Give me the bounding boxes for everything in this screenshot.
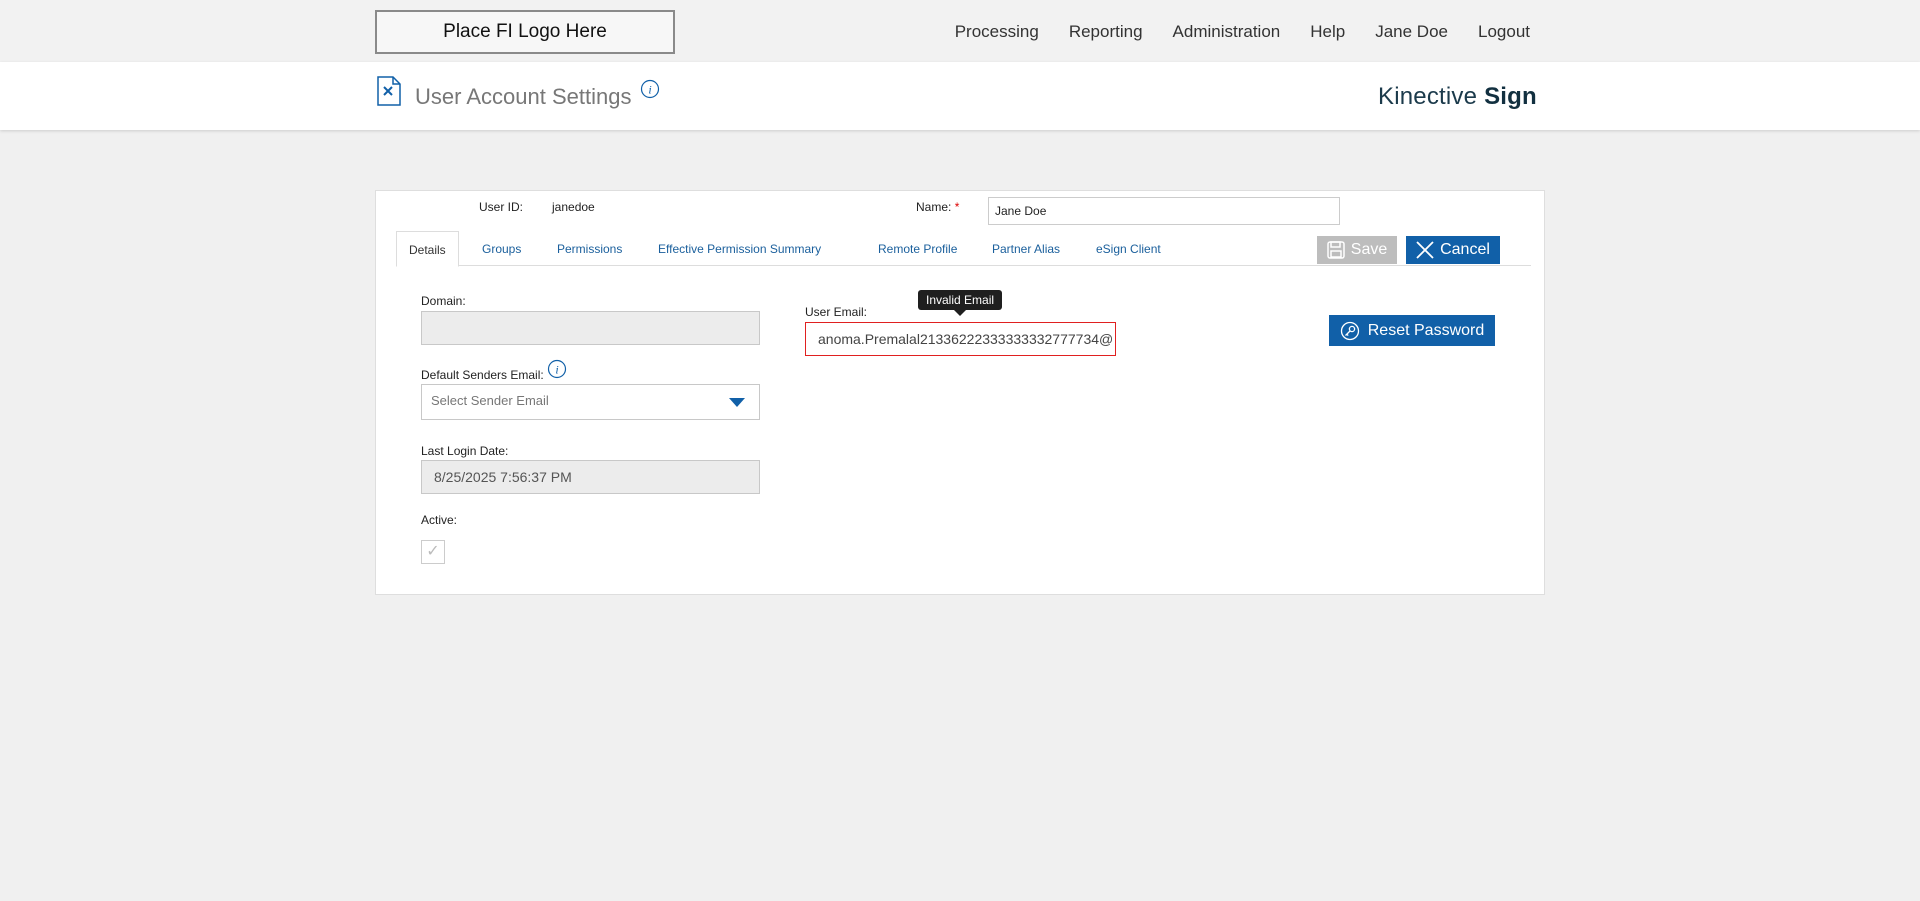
user-id-label: User ID:	[479, 200, 524, 214]
nav-user-name[interactable]: Jane Doe	[1375, 22, 1448, 42]
info-icon[interactable]: i	[640, 79, 660, 99]
nav-help[interactable]: Help	[1310, 22, 1345, 42]
default-senders-label: Default Senders Email:	[421, 368, 544, 382]
document-settings-icon	[377, 76, 401, 106]
cancel-button[interactable]: Cancel	[1406, 236, 1500, 264]
nav-reporting[interactable]: Reporting	[1069, 22, 1143, 42]
last-login-field: 8/25/2025 7:56:37 PM	[421, 460, 760, 494]
svg-text:i: i	[555, 363, 558, 377]
top-bar: Place FI Logo Here Processing Reporting …	[0, 0, 1920, 62]
brand-name: Kinective	[1378, 83, 1478, 110]
save-icon	[1327, 241, 1345, 259]
tab-effective-permission-summary[interactable]: Effective Permission Summary	[658, 231, 821, 267]
brand-name-bold: Sign	[1484, 83, 1537, 110]
tab-groups[interactable]: Groups	[482, 231, 521, 267]
page-title: User Account Settings	[415, 84, 632, 109]
domain-field	[421, 311, 760, 345]
name-label: Name: *	[916, 200, 959, 214]
active-label: Active:	[421, 513, 458, 527]
active-checkbox[interactable]: ✓	[421, 540, 445, 564]
tab-remote-profile[interactable]: Remote Profile	[878, 231, 957, 267]
name-label-text: Name:	[916, 200, 952, 214]
tab-esign-client[interactable]: eSign Client	[1096, 231, 1161, 267]
brand-logo: Kinective Sign	[1378, 83, 1537, 111]
save-label: Save	[1350, 241, 1388, 258]
key-icon	[1340, 321, 1359, 340]
tab-permissions[interactable]: Permissions	[557, 231, 622, 267]
email-input[interactable]: anoma.Premalal21336222333333332777734@	[805, 322, 1116, 356]
tab-details[interactable]: Details	[396, 231, 459, 267]
nav-administration[interactable]: Administration	[1173, 22, 1281, 42]
tab-partner-alias[interactable]: Partner Alias	[992, 231, 1060, 267]
save-button[interactable]: Save	[1317, 236, 1397, 264]
svg-text:i: i	[648, 83, 651, 97]
required-marker: *	[954, 200, 960, 214]
nav-processing[interactable]: Processing	[955, 22, 1039, 42]
top-nav: Processing Reporting Administration Help…	[925, 22, 1530, 42]
user-id-value: janedoe	[552, 200, 595, 214]
reset-password-label: Reset Password	[1367, 321, 1485, 339]
nav-logout[interactable]: Logout	[1478, 22, 1530, 42]
email-error-tooltip: Invalid Email	[918, 290, 1003, 316]
close-icon	[1416, 241, 1434, 259]
domain-label: Domain:	[421, 294, 466, 308]
info-icon[interactable]: i	[547, 359, 567, 379]
cancel-label: Cancel	[1440, 241, 1490, 258]
default-senders-placeholder: Select Sender Email	[431, 393, 549, 408]
user-settings-card: User ID: janedoe Name: * Jane Doe Detail…	[375, 190, 1545, 595]
email-label: User Email:	[805, 305, 868, 319]
logo-placeholder: Place FI Logo Here	[375, 10, 675, 54]
page-header: User Account Settings i Kinective Sign	[0, 62, 1920, 130]
checkmark-icon: ✓	[426, 543, 440, 560]
last-login-label: Last Login Date:	[421, 444, 509, 458]
chevron-down-icon	[729, 398, 745, 407]
name-input[interactable]: Jane Doe	[988, 197, 1340, 225]
default-senders-select[interactable]: Select Sender Email	[421, 384, 760, 420]
reset-password-button[interactable]: Reset Password	[1329, 315, 1495, 346]
